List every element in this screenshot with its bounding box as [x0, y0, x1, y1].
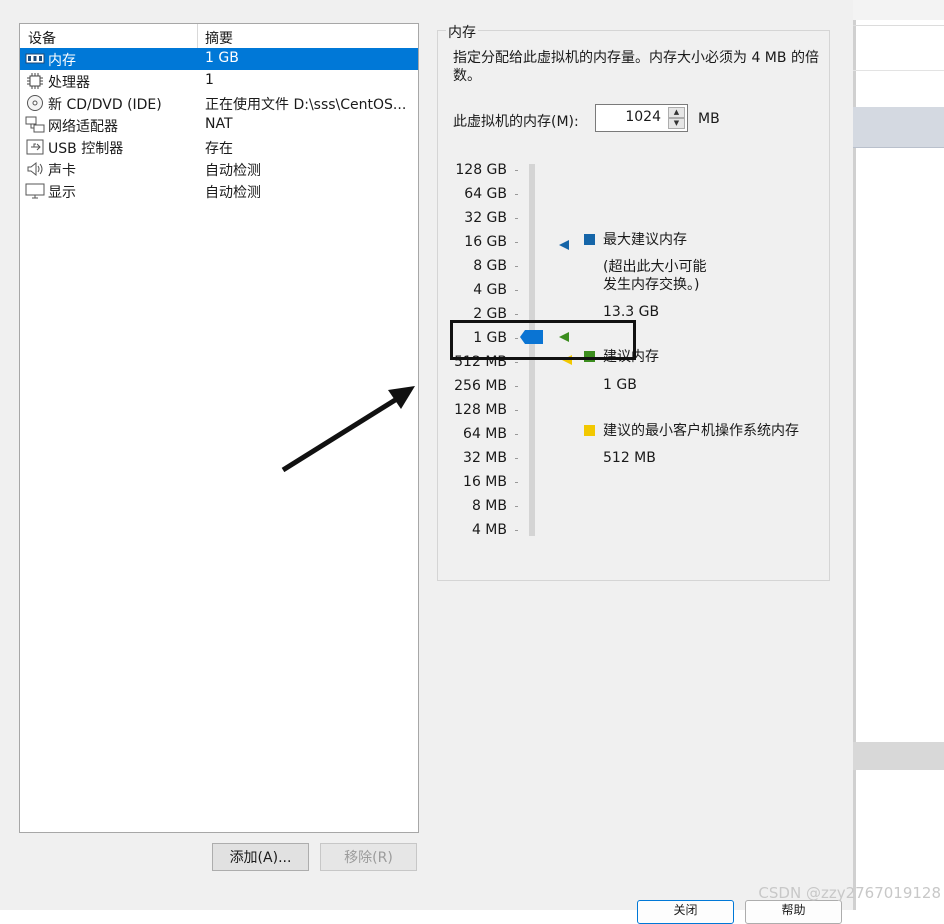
help-button[interactable]: 帮助: [745, 900, 842, 924]
watermark: CSDN @zzy2767019128: [758, 884, 941, 902]
close-button[interactable]: 关闭: [637, 900, 734, 924]
annotation-arrow: [281, 386, 415, 473]
